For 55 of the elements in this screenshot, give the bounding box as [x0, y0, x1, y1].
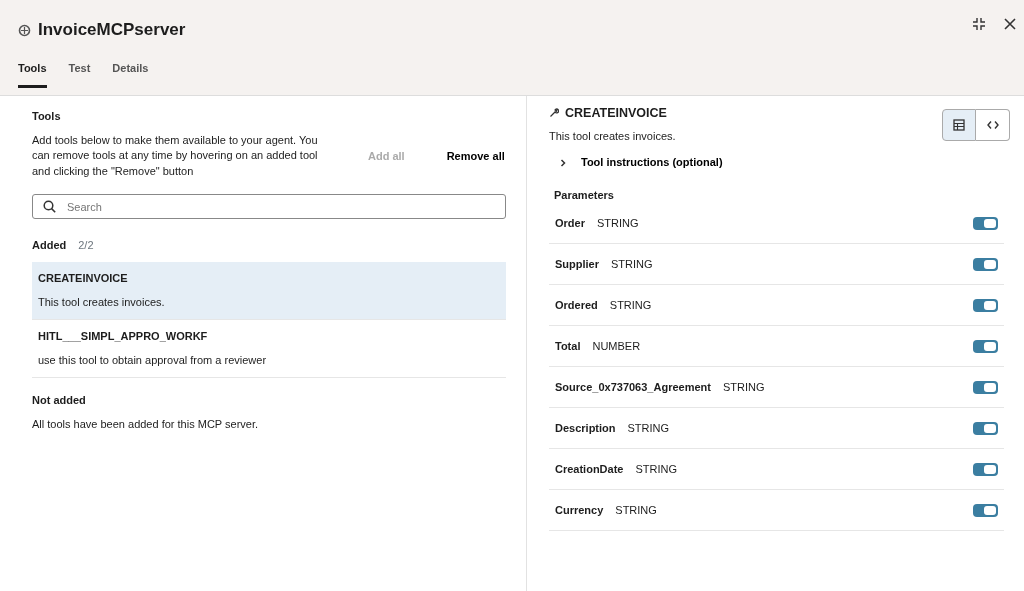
window-title: InvoiceMCPserver: [38, 19, 186, 42]
tool-description: use this tool to obtain approval from a reviewer: [38, 353, 268, 369]
table-icon: [953, 119, 965, 131]
parameter-name: Total: [555, 339, 581, 354]
section-heading: Added: [32, 238, 67, 254]
parameter-type: NUMBER: [592, 339, 641, 354]
code-view-button[interactable]: [976, 109, 1010, 141]
toggle-switch[interactable]: [973, 339, 998, 353]
tool-name: HITL___SIMPL_APPRO_WORKF: [38, 328, 209, 344]
code-icon: [986, 120, 999, 130]
chevron-right-icon: [559, 158, 567, 167]
toggle-switch[interactable]: [973, 462, 998, 476]
count-label: 2/2: [78, 238, 94, 254]
parameter-name: CreationDate: [555, 462, 624, 477]
parameter-name: Ordered: [555, 298, 598, 313]
toggle-switch[interactable]: [973, 421, 998, 435]
parameter-name: Currency: [555, 503, 604, 518]
search-icon: [43, 200, 56, 214]
parameter-name: Description: [555, 421, 616, 436]
close-icon[interactable]: [1004, 18, 1016, 30]
tool-title: CREATEINVOICE: [565, 105, 667, 122]
toggle-switch[interactable]: [973, 216, 998, 230]
parameter-name: Order: [555, 216, 585, 231]
empty-message: All tools have been added for this MCP server.: [32, 417, 260, 433]
tab[interactable]: Tools: [18, 60, 47, 88]
tab[interactable]: Details: [112, 60, 149, 88]
parameter-type: STRING: [635, 462, 678, 477]
toggle-switch[interactable]: [973, 298, 998, 312]
tool-item[interactable]: CREATEINVOICE This tool creates invoices.: [32, 261, 506, 320]
wrench-icon: [549, 108, 559, 119]
parameter-name: Source_0x737063_Agreement: [555, 380, 711, 395]
toggle-switch[interactable]: [973, 503, 998, 517]
instructions-toggle[interactable]: Tool instructions (optional): [559, 154, 723, 171]
parameter-type: STRING: [627, 421, 670, 436]
tool-description: This tool creates invoices.: [549, 128, 676, 144]
section-heading: Tools: [32, 109, 62, 124]
section-heading: Not added: [32, 392, 87, 408]
collapse-icon[interactable]: [972, 17, 986, 31]
parameter-type: STRING: [596, 216, 639, 231]
parameter-name: Supplier: [555, 257, 599, 272]
remove-all-link[interactable]: Remove all: [446, 148, 505, 165]
table-view-button[interactable]: [942, 109, 976, 141]
parameter-type: STRING: [615, 503, 657, 518]
tool-name: CREATEINVOICE: [38, 270, 129, 286]
parameter-type: STRING: [722, 380, 765, 395]
tab[interactable]: Test: [68, 60, 91, 88]
search-field[interactable]: Search: [32, 194, 506, 220]
parameter-type: STRING: [611, 257, 653, 272]
section-heading: Parameters: [554, 187, 615, 203]
tool-item[interactable]: HITL___SIMPL_APPRO_WORKF use this tool to obtain approval from a reviewer: [32, 319, 506, 378]
tool-description: This tool creates invoices.: [38, 295, 166, 311]
toggle-switch[interactable]: [973, 380, 998, 394]
toggle-switch[interactable]: [973, 257, 998, 271]
parameter-type: STRING: [609, 298, 652, 313]
description-text: Add tools below to make them available to your agent. You can remove tools at any time by hovering on an added tool and clicking the "Remove" button: [32, 132, 319, 180]
